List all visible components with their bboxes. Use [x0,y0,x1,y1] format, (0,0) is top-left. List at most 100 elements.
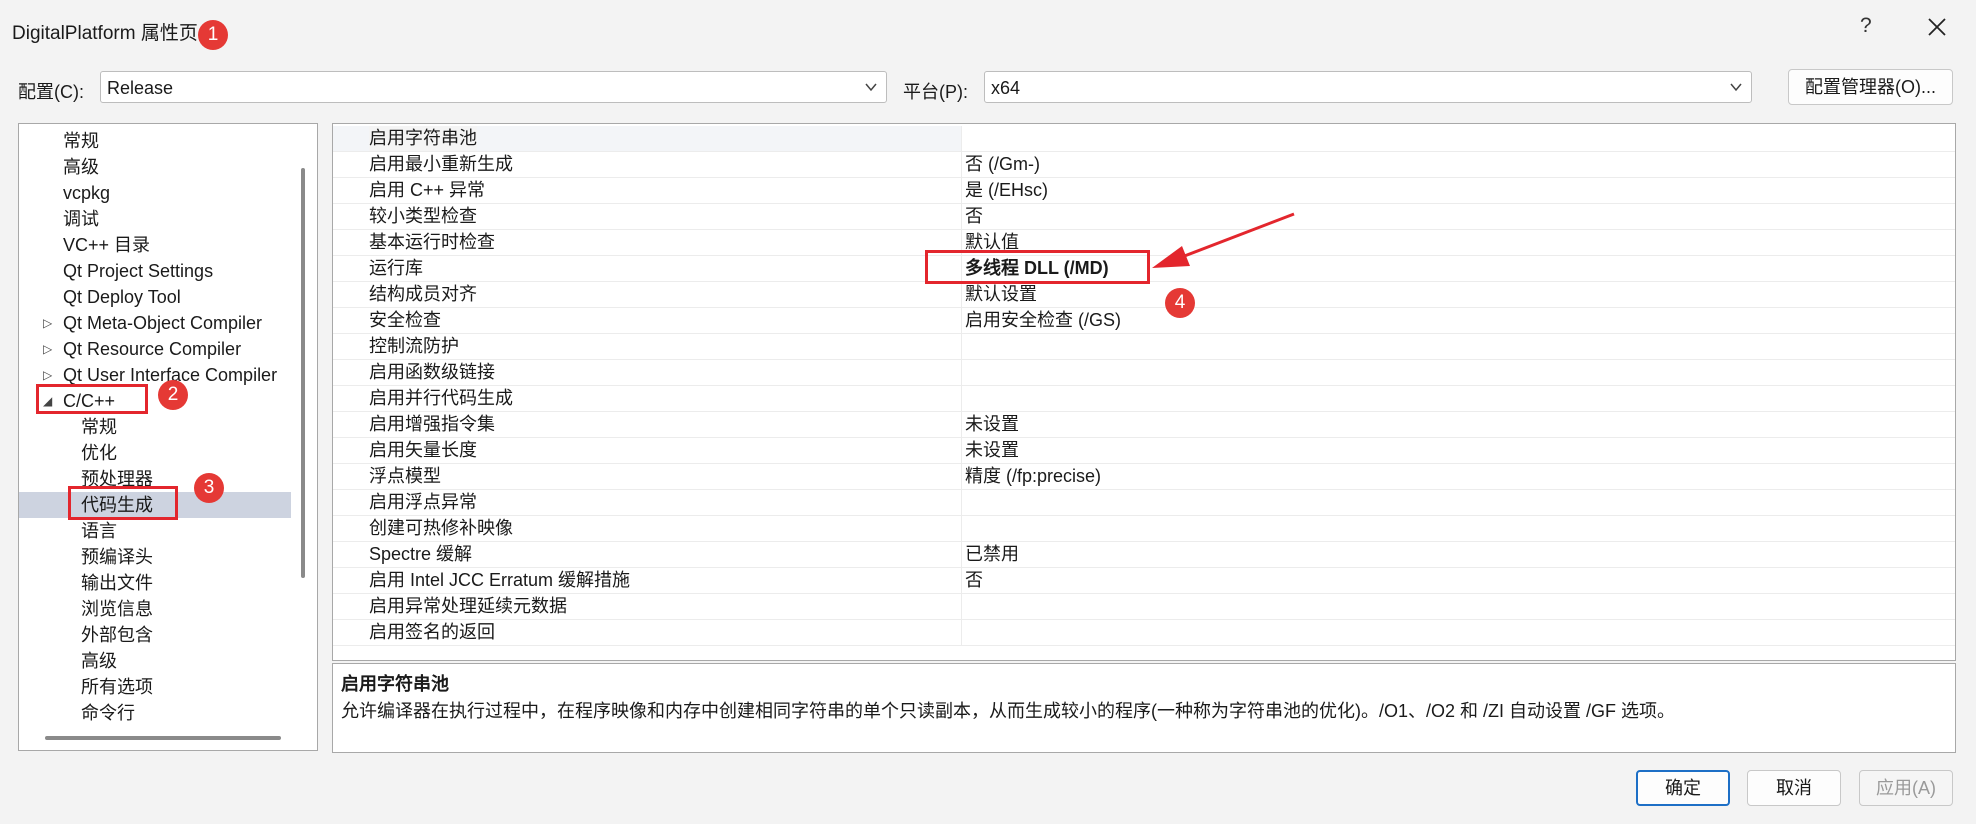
annotation-badge-4: 4 [1165,288,1195,318]
property-name: 安全检查 [369,310,441,330]
property-pages-dialog: DigitalPlatform 属性页 ? 1 配置(C): Release 平… [0,0,1976,824]
column-divider [961,516,962,542]
property-name: 启用 C++ 异常 [369,180,486,200]
tree-item[interactable]: vcpkg [19,180,291,206]
collapsed-arrow-icon[interactable]: ▷ [43,336,52,362]
property-grid: 启用字符串池启用最小重新生成 否 (/Gm-) 启用 C++ 异常 是 (/EHsc)… [332,123,1956,661]
tree-item[interactable]: 高级 [19,154,291,180]
property-row[interactable]: 结构成员对齐 默认设置 [333,282,1955,308]
property-row[interactable]: 启用 Intel JCC Erratum 缓解措施 否 [333,568,1955,594]
property-value[interactable]: 未设置 [965,412,1019,437]
property-value[interactable]: 精度 (/fp:precise) [965,464,1101,489]
tree-item-label: 浏览信息 [81,599,153,619]
tree-item-label: 所有选项 [81,677,153,697]
property-value[interactable]: 否 [965,204,983,229]
property-value[interactable]: 默认设置 [965,282,1037,307]
tree-item[interactable]: ▷ Qt Resource Compiler [19,336,291,362]
property-row[interactable]: Spectre 缓解 已禁用 [333,542,1955,568]
annotation-box-codegen [68,486,178,520]
collapsed-arrow-icon[interactable]: ▷ [43,310,52,336]
property-value[interactable]: 是 (/EHsc) [965,178,1048,203]
property-name: 启用 Intel JCC Erratum 缓解措施 [369,570,631,590]
property-row[interactable]: 启用 C++ 异常 是 (/EHsc) [333,178,1955,204]
tree-item-label: Qt Deploy Tool [63,287,181,307]
property-name: 启用增强指令集 [369,414,495,434]
property-row[interactable]: 启用并行代码生成 [333,386,1955,412]
column-divider [961,360,962,386]
property-name: 启用最小重新生成 [369,154,513,174]
property-name: 基本运行时检查 [369,232,495,252]
description-body: 允许编译器在执行过程中，在程序映像和内存中创建相同字符串的单个只读副本，从而生成… [341,701,1676,721]
property-value[interactable]: 否 [965,568,983,593]
property-name: 启用并行代码生成 [369,388,513,408]
column-divider [961,152,962,178]
tree-item[interactable]: 输出文件 [19,570,291,596]
tree-item[interactable]: VC++ 目录 [19,232,291,258]
property-row[interactable]: 启用异常处理延续元数据 [333,594,1955,620]
category-tree: 常规 高级 vcpkg 调试 VC++ 目录 Qt Project Settings Qt … [18,123,318,751]
property-row[interactable]: 启用增强指令集 未设置 [333,412,1955,438]
close-icon[interactable] [1922,12,1952,42]
property-row[interactable]: 启用字符串池 [333,126,1955,152]
tree-item[interactable]: 语言 [19,518,291,544]
property-value[interactable]: 否 (/Gm-) [965,152,1040,177]
property-value[interactable]: 启用安全检查 (/GS) [965,308,1121,333]
property-value[interactable]: 已禁用 [965,542,1019,567]
property-row[interactable]: 启用签名的返回 [333,620,1955,646]
tree-item[interactable]: 预编译头 [19,544,291,570]
property-row[interactable]: 启用函数级链接 [333,360,1955,386]
tree-horizontal-scrollbar[interactable] [45,736,281,740]
property-row[interactable]: 启用矢量长度 未设置 [333,438,1955,464]
property-row[interactable]: 控制流防护 [333,334,1955,360]
property-row[interactable]: 较小类型检查 否 [333,204,1955,230]
column-divider [961,620,962,646]
tree-vertical-scrollbar[interactable] [301,168,305,578]
tree-item[interactable]: 优化 [19,440,291,466]
column-divider [961,334,962,360]
property-row[interactable]: 创建可热修补映像 [333,516,1955,542]
platform-dropdown[interactable]: x64 [984,71,1752,103]
column-divider [961,412,962,438]
property-name: 启用异常处理延续元数据 [369,596,567,616]
annotation-arrow [1152,212,1295,268]
tree-item[interactable]: 常规 [19,414,291,440]
tree-item-label: 常规 [81,417,117,437]
platform-label: 平台(P): [903,82,968,102]
tree-item[interactable]: 浏览信息 [19,596,291,622]
property-row[interactable]: 安全检查 启用安全检查 (/GS) [333,308,1955,334]
tree-item-label: 预编译头 [81,547,153,567]
annotation-badge-3: 3 [194,473,224,503]
ok-button[interactable]: 确定 [1636,770,1730,806]
annotation-box-cpp [36,384,148,414]
window-title: DigitalPlatform 属性页 [12,23,198,44]
tree-item[interactable]: 所有选项 [19,674,291,700]
tree-item-label: 调试 [63,209,99,229]
column-divider [961,204,962,230]
property-row[interactable]: 浮点模型 精度 (/fp:precise) [333,464,1955,490]
property-row[interactable]: 启用浮点异常 [333,490,1955,516]
tree-item[interactable]: ▷ Qt Meta-Object Compiler [19,310,291,336]
tree-item-label: 优化 [81,443,117,463]
cancel-button[interactable]: 取消 [1747,770,1841,806]
help-button[interactable]: ? [1860,14,1872,38]
apply-button[interactable]: 应用(A) [1859,770,1953,806]
tree-item[interactable]: 高级 [19,648,291,674]
property-name: 较小类型检查 [369,206,477,226]
property-name: 启用矢量长度 [369,440,477,460]
column-divider [961,282,962,308]
tree-item[interactable]: Qt Deploy Tool [19,284,291,310]
config-manager-button[interactable]: 配置管理器(O)... [1788,69,1953,105]
property-row[interactable]: 启用最小重新生成 否 (/Gm-) [333,152,1955,178]
tree-item[interactable]: 调试 [19,206,291,232]
tree-item[interactable]: 常规 [19,128,291,154]
property-name: 启用字符串池 [369,126,477,151]
tree-item[interactable]: 命令行 [19,700,291,726]
tree-item-label: 高级 [63,157,99,177]
tree-item-label: Qt Project Settings [63,261,214,281]
tree-item[interactable]: 外部包含 [19,622,291,648]
tree-item[interactable]: Qt Project Settings [19,258,291,284]
property-name: 创建可热修补映像 [369,518,513,538]
config-dropdown[interactable]: Release [100,71,887,103]
property-name: 运行库 [369,258,423,278]
property-value[interactable]: 未设置 [965,438,1019,463]
